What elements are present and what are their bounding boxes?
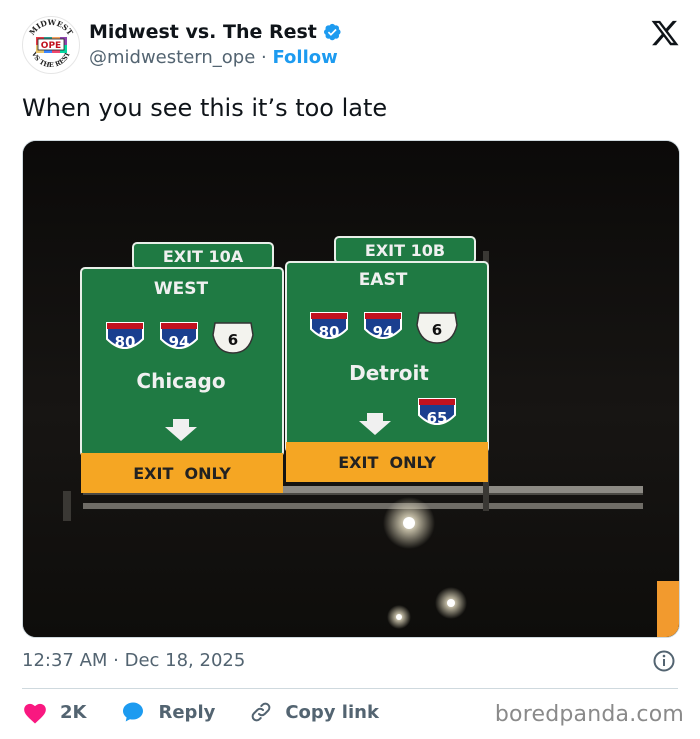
left-direction-text: WEST: [154, 279, 209, 299]
copy-link-label: Copy link: [285, 701, 379, 723]
heart-icon: [24, 703, 46, 724]
left-exit-only-text: EXIT ONLY: [133, 464, 231, 483]
left-city-text: Chicago: [136, 369, 225, 393]
display-name[interactable]: Midwest vs. The Rest: [89, 20, 317, 44]
left-shield-3: 6: [228, 331, 238, 349]
info-icon[interactable]: [652, 649, 676, 673]
tweet-actions: 2K Reply Copy link: [22, 697, 413, 727]
right-city-text: Detroit: [349, 361, 429, 385]
right-shield-3: 6: [432, 321, 442, 339]
right-shield-2: 94: [373, 323, 394, 341]
left-shield-2: 94: [169, 333, 190, 351]
tweet-timestamp[interactable]: 12:37 AM · Dec 18, 2025: [22, 648, 245, 674]
author-info: Midwest vs. The Rest @midwestern_ope · F…: [89, 20, 342, 71]
handle-line: @midwestern_ope · Follow: [89, 45, 342, 71]
right-shield-1: 80: [319, 323, 340, 341]
tweet-photo[interactable]: EXIT 10A WEST 80 94 6 Chicago EXIT ONLY …: [22, 140, 680, 638]
tweet-header: MIDWEST VS THE REST OPE Midwest vs. The …: [22, 14, 682, 78]
reply-button[interactable]: Reply: [120, 700, 215, 724]
like-button[interactable]: 2K: [22, 700, 86, 724]
handle[interactable]: @midwestern_ope: [89, 47, 255, 68]
watermark-text: boredpanda.com: [494, 702, 684, 727]
reply-bubble-icon: [123, 702, 144, 722]
avatar-logo-image: MIDWEST VS THE REST OPE: [24, 18, 78, 72]
link-icon: [251, 702, 271, 722]
separator-dot: ·: [261, 47, 267, 68]
left-shield-1: 80: [115, 333, 136, 351]
actions-divider: [22, 688, 678, 689]
avatar-center-text: OPE: [41, 41, 61, 51]
x-logo-icon[interactable]: [650, 18, 680, 48]
highway-signs-photo: EXIT 10A WEST 80 94 6 Chicago EXIT ONLY …: [23, 141, 679, 637]
avatar[interactable]: MIDWEST VS THE REST OPE: [22, 16, 80, 74]
verified-badge-icon: [323, 23, 341, 41]
right-direction-text: EAST: [359, 270, 408, 290]
author-name-row: Midwest vs. The Rest: [89, 20, 342, 44]
copy-link-button[interactable]: Copy link: [249, 700, 379, 724]
tweet-card: MIDWEST VS THE REST OPE Midwest vs. The …: [0, 0, 700, 739]
like-count: 2K: [60, 701, 87, 723]
right-exit-tab-text: EXIT 10B: [365, 241, 445, 260]
right-shield-4: 65: [427, 409, 448, 427]
tweet-text: When you see this it’s too late: [22, 94, 388, 122]
reply-label: Reply: [158, 701, 216, 723]
follow-button[interactable]: Follow: [272, 47, 337, 68]
left-exit-tab-text: EXIT 10A: [163, 247, 244, 266]
right-exit-only-text: EXIT ONLY: [338, 453, 436, 472]
